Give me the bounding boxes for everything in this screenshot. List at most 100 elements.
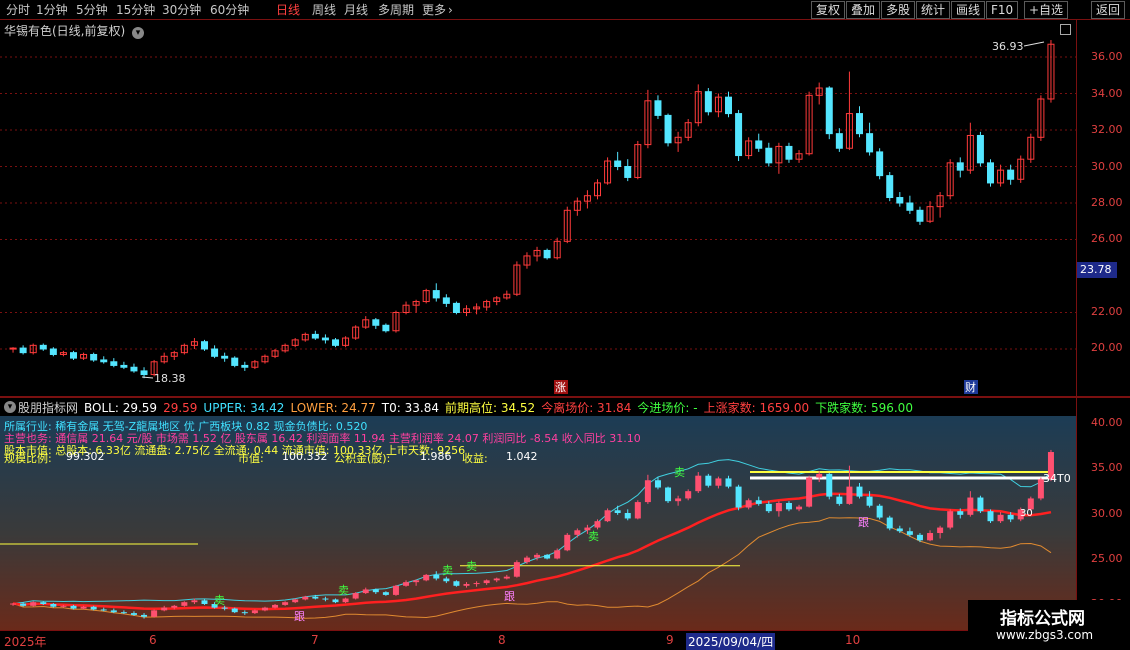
zhang-text: 涨 xyxy=(555,381,566,394)
sub-candle-body xyxy=(513,562,520,577)
period-30min[interactable]: 30分钟 xyxy=(162,2,201,18)
sub-candle-body xyxy=(141,614,148,617)
sub-candle-body xyxy=(251,610,258,614)
period-fenshi[interactable]: 分时 xyxy=(6,2,30,18)
ytick: 32.00 xyxy=(1091,123,1123,136)
main-kline-chart[interactable]: 36.93 18.38 涨 财 xyxy=(0,20,1076,396)
info-mv-value: 100.332 xyxy=(282,450,328,463)
period-weekly[interactable]: 周线 xyxy=(312,2,336,18)
panel-toggle-icon[interactable] xyxy=(1060,24,1071,35)
draw-line-button[interactable]: 画线 xyxy=(951,1,986,19)
sub-candle-body xyxy=(322,598,329,600)
info-scale-label: 规模比例: xyxy=(4,452,52,465)
sub-candle-body xyxy=(866,496,873,506)
chevron-down-icon[interactable]: ▾ xyxy=(132,27,145,39)
follow-marker: 跟 xyxy=(858,516,869,529)
sub-candle-body xyxy=(433,574,440,579)
ytick: 36.00 xyxy=(1091,50,1123,63)
sub-candle-body xyxy=(201,600,208,604)
candle-body xyxy=(624,166,632,178)
sub-candle-body xyxy=(896,528,903,532)
sub-candle-body xyxy=(181,602,188,606)
period-monthly[interactable]: 月线 xyxy=(344,2,368,18)
period-15min[interactable]: 15分钟 xyxy=(116,2,155,18)
candle-body xyxy=(856,113,863,135)
indicator-value-1: 29.59 xyxy=(163,401,198,415)
indicator-header: ▾ 股朋指标网 BOLL: 29.59 29.59 UPPER: 34.42 LOWE… xyxy=(0,398,1076,416)
date-label: 7 xyxy=(311,633,319,647)
sub-candle-body xyxy=(120,612,127,614)
candle-body xyxy=(654,100,662,116)
overlay-button[interactable]: 叠加 xyxy=(846,1,881,19)
chevron-right-icon[interactable]: › xyxy=(448,2,453,18)
multi-stock-button[interactable]: 多股 xyxy=(881,1,916,19)
sub-candle-body xyxy=(775,502,782,512)
sub-candle-body xyxy=(816,473,823,478)
sub-candle-body xyxy=(856,486,863,497)
cai-text: 财 xyxy=(965,380,976,394)
candle-body xyxy=(452,302,460,313)
chevron-down-icon[interactable]: ▾ xyxy=(4,401,16,413)
sub-candle-body xyxy=(654,480,661,488)
period-5min[interactable]: 5分钟 xyxy=(76,2,108,18)
sub-candle-body xyxy=(342,598,349,603)
period-more[interactable]: 更多 xyxy=(422,2,446,18)
indicator-name[interactable]: 股朋指标网 xyxy=(18,399,78,416)
date-label: 2025年 xyxy=(4,635,47,649)
stats-button[interactable]: 统计 xyxy=(916,1,951,19)
candle-body xyxy=(1007,169,1015,180)
watermark-url: www.zbgs3.com xyxy=(996,628,1094,642)
sub-candle-body xyxy=(644,480,651,503)
sub-candle-body xyxy=(443,578,450,582)
candle-body xyxy=(765,147,773,164)
candle-body xyxy=(49,348,57,355)
follow-marker: 跟 xyxy=(504,590,515,603)
sub-candle-body xyxy=(564,534,571,551)
high-arrow xyxy=(1023,41,1045,47)
candle-body xyxy=(976,134,984,164)
sub-candle-body xyxy=(90,606,97,610)
sub-candle-body xyxy=(886,517,893,529)
boll-lower-line xyxy=(12,517,1052,619)
sub-candle-body xyxy=(876,505,883,518)
candle-body xyxy=(211,348,219,357)
sub-candle-body xyxy=(231,608,238,613)
sub-candle-body xyxy=(362,589,369,594)
ytick: 26.00 xyxy=(1091,232,1123,245)
period-1min[interactable]: 1分钟 xyxy=(36,2,68,18)
period-daily[interactable]: 日线 xyxy=(276,2,300,18)
high-annotation: 36.93 xyxy=(992,40,1024,53)
candle-body xyxy=(311,333,319,339)
period-60min[interactable]: 60分钟 xyxy=(210,2,249,18)
sub-candle-body xyxy=(987,511,994,522)
sub-candle-body xyxy=(312,596,319,599)
follow-marker: 跟 xyxy=(294,610,305,623)
sub-candle-body xyxy=(624,513,631,519)
candle-body xyxy=(987,162,994,184)
f10-button[interactable]: F10 xyxy=(986,1,1019,19)
indicator-chart[interactable]: 卖卖卖卖卖卖跟跟跟 34T0 30 所属行业: 稀有金属 无驾-Z龍属地区 优 广西… xyxy=(0,416,1076,630)
sub-candle-body xyxy=(332,599,339,603)
candle-body xyxy=(130,366,138,372)
watchlist-button[interactable]: +自选 xyxy=(1024,1,1069,19)
back-button[interactable]: 返回 xyxy=(1091,1,1126,19)
candle-body xyxy=(90,353,98,361)
sub-candle-body xyxy=(957,511,964,515)
candle-body xyxy=(956,162,964,171)
fuquan-button[interactable]: 复权 xyxy=(811,1,846,19)
ytick: 34.00 xyxy=(1091,87,1123,100)
sub-candle-body xyxy=(282,602,289,605)
sub-candle-body xyxy=(413,580,420,583)
candle-body xyxy=(725,96,732,115)
sub-candle-body xyxy=(574,530,581,535)
sub-candle-body xyxy=(594,521,601,528)
date-axis: 2025年 6 7 8 9 2025/09/04/四 10 xyxy=(0,630,1076,650)
sub-candle-body xyxy=(806,477,813,507)
sub-candle-body xyxy=(302,596,309,600)
sub-candle-body xyxy=(151,610,158,617)
sub-candle-body xyxy=(705,475,712,486)
period-multi[interactable]: 多周期 xyxy=(378,2,414,18)
date-cursor: 2025/09/04/四 xyxy=(686,633,776,650)
candle-body xyxy=(785,145,793,160)
info-reserve-value: 1.986 xyxy=(420,450,452,463)
